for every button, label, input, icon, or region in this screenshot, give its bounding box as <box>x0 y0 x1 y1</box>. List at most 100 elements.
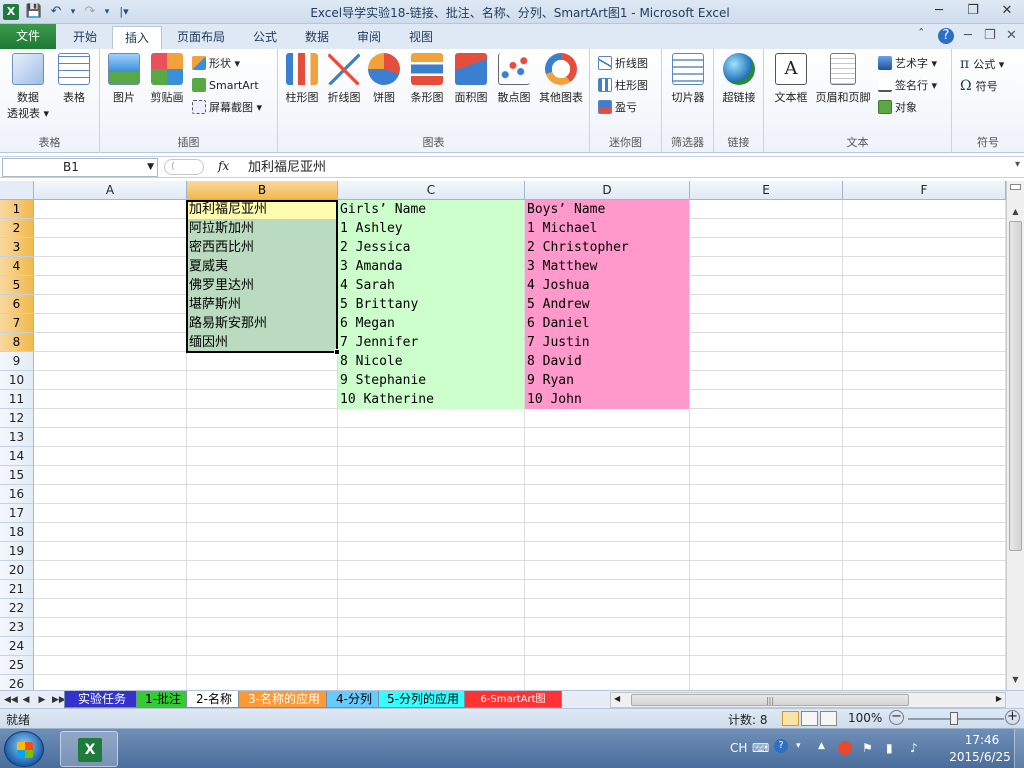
horizontal-scrollbar[interactable]: ◀ ||| ▶ <box>610 692 1006 708</box>
column-header-f[interactable]: F <box>843 181 1006 200</box>
row-header[interactable]: 10 <box>0 371 34 390</box>
textbox-button[interactable]: A 文本框 <box>768 53 814 105</box>
clock-time[interactable]: 17:46 <box>952 733 1012 747</box>
minimize-button[interactable]: ─ <box>922 0 956 22</box>
select-all-corner[interactable] <box>0 181 34 200</box>
keyboard-icon[interactable]: ⌨ <box>752 741 769 755</box>
sheet-tab[interactable]: 实验任务 <box>64 691 140 708</box>
cell-d[interactable]: Boys’ Name <box>525 200 689 219</box>
row-header[interactable]: 19 <box>0 542 34 561</box>
row-header[interactable]: 1 <box>0 200 34 219</box>
row-header[interactable]: 7 <box>0 314 34 333</box>
equation-button[interactable]: π 公式 ▾ <box>960 54 1004 74</box>
scatter-chart-button[interactable]: 散点图 <box>494 53 534 105</box>
row-header[interactable]: 5 <box>0 276 34 295</box>
normal-view-icon[interactable] <box>782 711 799 726</box>
zoom-in-button[interactable]: + <box>1005 710 1020 725</box>
row-header[interactable]: 20 <box>0 561 34 580</box>
action-center-icon[interactable]: ⚑ <box>862 741 873 755</box>
first-sheet-icon[interactable]: ◀◀ <box>4 692 18 708</box>
vertical-scrollbar[interactable]: ▲ ▼ <box>1006 181 1024 690</box>
other-charts-button[interactable]: 其他图表 <box>536 53 586 105</box>
sheet-tab[interactable]: 5-分列的应用 <box>378 691 468 708</box>
sheet-tab[interactable]: 6-SmartArt图 <box>464 691 562 708</box>
network-icon[interactable]: ▮ <box>886 741 893 755</box>
row-header[interactable]: 14 <box>0 447 34 466</box>
tab-file[interactable]: 文件 <box>0 24 56 49</box>
tab-view[interactable]: 视图 <box>396 26 446 49</box>
workbook-close-button[interactable]: ✕ <box>1006 28 1017 43</box>
cell-c[interactable]: 5 Brittany <box>338 295 524 314</box>
vertical-scroll-thumb[interactable] <box>1009 221 1022 551</box>
area-chart-button[interactable]: 面积图 <box>450 53 492 105</box>
pivot-table-button[interactable]: 数据 透视表 ▾ <box>4 53 52 121</box>
customize-qat-icon[interactable]: |▾ <box>114 2 134 22</box>
cell-d[interactable]: 4 Joshua <box>525 276 689 295</box>
slicer-button[interactable]: 切片器 <box>668 53 708 105</box>
cell-d[interactable]: 6 Daniel <box>525 314 689 333</box>
zoom-level[interactable]: 100% <box>848 711 882 725</box>
cell-c[interactable]: 10 Katherine <box>338 390 524 409</box>
zoom-slider-knob[interactable] <box>950 712 958 725</box>
picture-button[interactable]: 图片 <box>106 53 142 105</box>
show-desktop-button[interactable] <box>1014 729 1024 768</box>
cell-c[interactable]: 1 Ashley <box>338 219 524 238</box>
security-icon[interactable] <box>838 741 852 755</box>
scroll-down-icon[interactable]: ▼ <box>1007 671 1024 688</box>
workbook-minimize-button[interactable]: ─ <box>964 28 972 43</box>
scroll-up-icon[interactable]: ▲ <box>1007 203 1024 220</box>
redo-icon[interactable]: ↷ <box>80 2 100 22</box>
cell-d[interactable]: 10 John <box>525 390 689 409</box>
smartart-button[interactable]: SmartArt <box>192 76 259 96</box>
cell-c[interactable]: 8 Nicole <box>338 352 524 371</box>
column-header-e[interactable]: E <box>690 181 843 200</box>
last-sheet-icon[interactable]: ▶▶ <box>52 692 66 708</box>
row-header[interactable]: 21 <box>0 580 34 599</box>
ime-help-icon[interactable]: ? <box>774 739 788 753</box>
cell-c[interactable]: 4 Sarah <box>338 276 524 295</box>
cell-d[interactable]: 1 Michael <box>525 219 689 238</box>
split-box[interactable] <box>1010 184 1021 190</box>
start-button[interactable] <box>4 731 44 767</box>
name-box-dropdown-icon[interactable]: ▼ <box>147 159 154 176</box>
insert-function-icon[interactable]: fx <box>218 159 229 173</box>
row-header[interactable]: 9 <box>0 352 34 371</box>
row-header[interactable]: 11 <box>0 390 34 409</box>
table-button[interactable]: 表格 <box>54 53 94 105</box>
page-break-view-icon[interactable] <box>820 711 837 726</box>
row-header[interactable]: 23 <box>0 618 34 637</box>
sheet-tab[interactable]: 2-名称 <box>186 691 242 708</box>
cell-c[interactable]: 9 Stephanie <box>338 371 524 390</box>
row-header[interactable]: 17 <box>0 504 34 523</box>
cell-d[interactable]: 3 Matthew <box>525 257 689 276</box>
wordart-button[interactable]: 艺术字 ▾ <box>878 54 937 74</box>
row-header[interactable]: 12 <box>0 409 34 428</box>
row-header[interactable]: 25 <box>0 656 34 675</box>
sparkline-winloss-button[interactable]: 盈亏 <box>598 98 637 118</box>
workbook-restore-button[interactable]: ❐ <box>984 28 996 43</box>
header-footer-button[interactable]: 页眉和页脚 <box>814 53 872 105</box>
pie-chart-button[interactable]: 饼图 <box>366 53 402 105</box>
show-hidden-icons[interactable]: ▲ <box>818 741 825 751</box>
sheet-tab[interactable]: 4-分列 <box>326 691 382 708</box>
symbol-button[interactable]: Ω 符号 <box>960 76 998 96</box>
undo-icon[interactable]: ↶ <box>46 2 66 22</box>
row-header[interactable]: 4 <box>0 257 34 276</box>
collapse-ribbon-icon[interactable]: ˆ <box>918 28 925 43</box>
column-chart-button[interactable]: 柱形图 <box>282 53 322 105</box>
sparkline-line-button[interactable]: 折线图 <box>598 54 648 74</box>
shapes-button[interactable]: 形状 ▾ <box>192 54 240 74</box>
help-icon[interactable]: ? <box>938 28 954 44</box>
scroll-left-icon[interactable]: ◀ <box>614 694 620 703</box>
formula-input[interactable]: 加利福尼亚州 <box>248 158 326 177</box>
scroll-right-icon[interactable]: ▶ <box>996 694 1002 703</box>
column-header-b[interactable]: B <box>187 181 338 200</box>
clipart-button[interactable]: 剪贴画 <box>146 53 188 105</box>
taskbar-excel-button[interactable]: X <box>60 731 118 767</box>
sparkline-column-button[interactable]: 柱形图 <box>598 76 648 96</box>
row-header[interactable]: 6 <box>0 295 34 314</box>
row-header[interactable]: 26 <box>0 675 34 690</box>
cancel-zoom-icon[interactable]: ( <box>164 159 204 175</box>
clock-date[interactable]: 2015/6/25 <box>940 750 1020 764</box>
signature-line-button[interactable]: 签名行 ▾ <box>878 76 937 96</box>
